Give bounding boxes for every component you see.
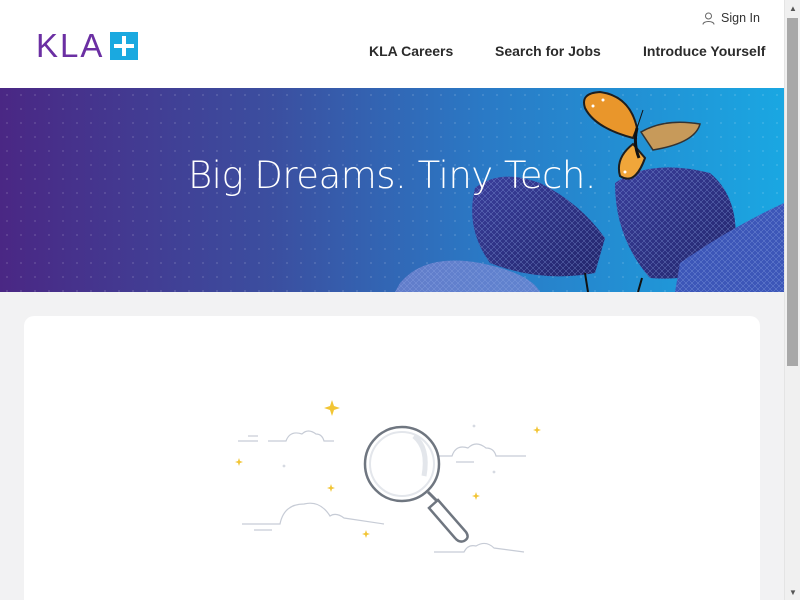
main-nav: KLA Careers Search for Jobs Introduce Yo… — [0, 43, 784, 61]
nav-search-for-jobs[interactable]: Search for Jobs — [495, 43, 601, 59]
vertical-scrollbar[interactable]: ▲ ▼ — [784, 0, 800, 600]
sign-in-label: Sign In — [721, 11, 760, 25]
user-icon — [702, 12, 715, 25]
banner-title: Big Dreams. Tiny Tech. — [187, 154, 597, 197]
scroll-up-arrow-icon[interactable]: ▲ — [785, 0, 800, 16]
site-header: KLA Sign In KLA Careers Search for Jobs … — [0, 0, 784, 88]
content-card — [24, 316, 760, 600]
sign-in-link[interactable]: Sign In — [702, 11, 760, 25]
nav-introduce-yourself[interactable]: Introduce Yourself — [643, 43, 765, 59]
nav-kla-careers[interactable]: KLA Careers — [369, 43, 453, 59]
magnifying-glass-icon — [235, 400, 541, 553]
hero-banner: Big Dreams. Tiny Tech. — [0, 88, 784, 292]
scrollbar-thumb[interactable] — [787, 18, 798, 366]
scroll-down-arrow-icon[interactable]: ▼ — [785, 584, 800, 600]
